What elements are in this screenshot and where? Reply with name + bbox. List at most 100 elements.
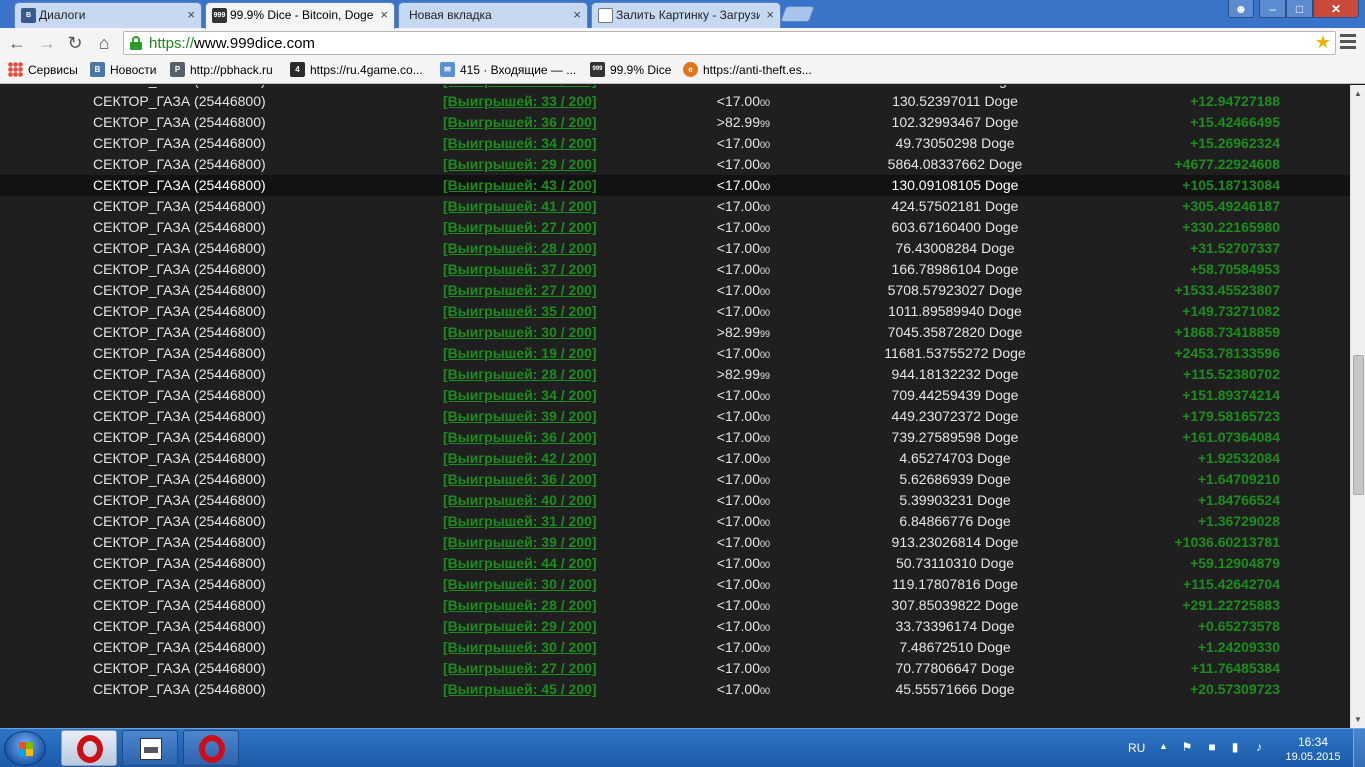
bookmark-999dice[interactable]: 999 99.9% Dice xyxy=(590,62,671,80)
bookmark-star-icon[interactable]: ★ xyxy=(1315,32,1331,53)
wins-link[interactable]: [Выигрышей: 34 / 200] xyxy=(443,387,597,403)
user-name[interactable]: СЕКТОР_ГАЗА (25446800) xyxy=(93,681,266,697)
signal-bars-icon[interactable]: ▮ xyxy=(1228,740,1242,754)
user-name[interactable]: СЕКТОР_ГАЗА (25446800) xyxy=(93,177,266,193)
action-center-flag-icon[interactable]: ⚑ xyxy=(1180,740,1194,754)
wins-link[interactable]: [Выигрышей: 29 / 200] xyxy=(443,156,597,172)
bookmark-services[interactable]: Сервисы xyxy=(8,62,78,80)
wins-link[interactable]: [Выигрышей: 39 / 200] xyxy=(443,408,597,424)
close-icon[interactable]: × xyxy=(573,7,581,22)
scroll-down-arrow-icon[interactable]: ▼ xyxy=(1354,715,1362,724)
wins-link[interactable]: [Выигрышей: 30 / 200] xyxy=(443,576,597,592)
user-name[interactable]: СЕКТОР_ГАЗА (25446800) xyxy=(93,660,266,676)
wins-link[interactable]: [Выигрышей: 36 / 200] xyxy=(443,471,597,487)
taskbar-opera-app[interactable] xyxy=(61,730,117,766)
user-name[interactable]: СЕКТОР_ГАЗА (25446800) xyxy=(93,429,266,445)
volume-icon[interactable]: ♪ xyxy=(1252,740,1266,754)
wins-link[interactable]: [Выигрышей: 43 / 200] xyxy=(443,177,597,193)
bookmark-anti-theft[interactable]: e https://anti-theft.es... xyxy=(683,62,812,80)
user-name[interactable]: СЕКТОР_ГАЗА (25446800) xyxy=(93,492,266,508)
wins-link[interactable]: [Выигрышей: 35 / 200] xyxy=(443,303,597,319)
wins-link[interactable]: [Выигрышей: 36 / 200] xyxy=(443,429,597,445)
wins-link[interactable]: [Выигрышей: 40 / 200] xyxy=(443,492,597,508)
user-name[interactable]: СЕКТОР_ГАЗА (25446800) xyxy=(93,345,266,361)
wins-link[interactable]: [Выигрышей: 39 / 200] xyxy=(443,534,597,550)
maximize-button[interactable]: □ xyxy=(1286,0,1313,18)
url-text[interactable]: https://www.999dice.com xyxy=(149,35,315,52)
tab-999dice[interactable]: 999 99.9% Dice - Bitcoin, Doge × xyxy=(205,2,395,29)
wins-link[interactable]: [Выигрышей: 31 / 200] xyxy=(443,513,597,529)
show-desktop-button[interactable] xyxy=(1353,729,1365,767)
scrollbar-thumb[interactable] xyxy=(1353,355,1364,495)
new-tab-button[interactable] xyxy=(780,6,815,22)
user-name[interactable]: СЕКТОР_ГАЗА (25446800) xyxy=(93,513,266,529)
user-name[interactable]: СЕКТОР_ГАЗА (25446800) xyxy=(93,261,266,277)
wins-link[interactable]: [Выигрышей: 44 / 200] xyxy=(443,555,597,571)
minimize-button[interactable]: – xyxy=(1259,0,1286,18)
language-indicator[interactable]: RU xyxy=(1128,741,1145,755)
home-icon[interactable]: ⌂ xyxy=(93,32,115,54)
wins-link[interactable]: [Выигрышей: 27 / 200] xyxy=(443,660,597,676)
user-name[interactable]: СЕКТОР_ГАЗА (25446800) xyxy=(93,576,266,592)
scroll-up-arrow-icon[interactable]: ▲ xyxy=(1354,89,1362,98)
tab-upload-image[interactable]: Залить Картинку - Загрузи × xyxy=(591,2,781,28)
wins-link[interactable]: [Выигрышей: 29 / 200] xyxy=(443,618,597,634)
taskbar-opera-app-2[interactable] xyxy=(183,730,239,766)
wins-link[interactable]: [Выигрышей: 45 / 200] xyxy=(443,681,597,697)
address-bar[interactable]: https://www.999dice.com ★ xyxy=(123,31,1336,55)
wins-link[interactable]: [Выигрышей: 37 / 200] xyxy=(443,261,597,277)
clock-date[interactable]: 19.05.2015 xyxy=(1280,751,1346,763)
wins-link[interactable]: [Выигрышей: 34 / 200] xyxy=(443,135,597,151)
user-name[interactable]: СЕКТОР_ГАЗА (25446800) xyxy=(93,387,266,403)
wins-link[interactable]: [Выигрышей: 28 / 200] xyxy=(443,240,597,256)
wins-link[interactable]: [Выигрышей: 30 / 200] xyxy=(443,324,597,340)
user-name[interactable]: СЕКТОР_ГАЗА (25446800) xyxy=(93,240,266,256)
user-name[interactable]: СЕКТОР_ГАЗА (25446800) xyxy=(93,597,266,613)
close-icon[interactable]: × xyxy=(766,7,774,22)
user-name[interactable]: СЕКТОР_ГАЗА (25446800) xyxy=(93,85,266,88)
start-button[interactable] xyxy=(4,731,46,766)
back-arrow-icon[interactable]: ← xyxy=(6,32,28,54)
tray-expand-icon[interactable]: ▲ xyxy=(1159,741,1168,751)
user-name[interactable]: СЕКТОР_ГАЗА (25446800) xyxy=(93,366,266,382)
wins-link[interactable]: [Выигрышей: 42 / 200] xyxy=(443,450,597,466)
user-name[interactable]: СЕКТОР_ГАЗА (25446800) xyxy=(93,198,266,214)
wins-link[interactable]: [Выигрышей: 27 / 200] xyxy=(443,219,597,235)
user-name[interactable]: СЕКТОР_ГАЗА (25446800) xyxy=(93,555,266,571)
forward-arrow-icon[interactable]: → xyxy=(36,32,58,54)
user-name[interactable]: СЕКТОР_ГАЗА (25446800) xyxy=(93,282,266,298)
user-name[interactable]: СЕКТОР_ГАЗА (25446800) xyxy=(93,303,266,319)
close-icon[interactable]: × xyxy=(187,7,195,22)
user-name[interactable]: СЕКТОР_ГАЗА (25446800) xyxy=(93,135,266,151)
user-name[interactable]: СЕКТОР_ГАЗА (25446800) xyxy=(93,450,266,466)
wins-link[interactable]: [Выигрышей: 30 / 200] xyxy=(443,639,597,655)
wins-link[interactable]: [Выигрышей: 33 / 200] xyxy=(443,93,597,109)
user-name[interactable]: СЕКТОР_ГАЗА (25446800) xyxy=(93,471,266,487)
user-name[interactable]: СЕКТОР_ГАЗА (25446800) xyxy=(93,219,266,235)
taskbar-notepad-app[interactable] xyxy=(122,730,178,766)
user-name[interactable]: СЕКТОР_ГАЗА (25446800) xyxy=(93,324,266,340)
user-name[interactable]: СЕКТОР_ГАЗА (25446800) xyxy=(93,618,266,634)
wins-link[interactable]: [Выигрышей: 28 / 200] xyxy=(443,597,597,613)
page-scrollbar[interactable]: ▲ ▼ xyxy=(1350,85,1365,728)
bookmark-pbhack[interactable]: P http://pbhack.ru xyxy=(170,62,273,80)
user-name[interactable]: СЕКТОР_ГАЗА (25446800) xyxy=(93,156,266,172)
wins-link[interactable]: [Выигрышей: 28 / 200] xyxy=(443,366,597,382)
user-name[interactable]: СЕКТОР_ГАЗА (25446800) xyxy=(93,114,266,130)
close-icon[interactable]: × xyxy=(380,7,388,22)
wins-link[interactable]: [Выигрышей: 41 / 200] xyxy=(443,198,597,214)
reload-icon[interactable]: ↻ xyxy=(64,32,86,54)
user-name[interactable]: СЕКТОР_ГАЗА (25446800) xyxy=(93,93,266,109)
bookmark-4game[interactable]: 4 https://ru.4game.co... xyxy=(290,62,423,80)
wins-link[interactable]: [Выигрышей: 27 / 200] xyxy=(443,282,597,298)
user-profile-button[interactable]: ☻ xyxy=(1228,0,1254,18)
clock-time[interactable]: 16:34 xyxy=(1280,735,1346,749)
bookmark-news[interactable]: В Новости xyxy=(90,62,156,80)
user-name[interactable]: СЕКТОР_ГАЗА (25446800) xyxy=(93,639,266,655)
wins-link[interactable]: [Выигрышей: 19 / 200] xyxy=(443,345,597,361)
bookmark-inbox[interactable]: ✉ 415 · Входящие — ... xyxy=(440,62,576,80)
wins-link[interactable]: [Выигрышей: 46 / 200] xyxy=(443,85,597,88)
network-icon[interactable]: ■ xyxy=(1205,740,1219,754)
wins-link[interactable]: [Выигрышей: 36 / 200] xyxy=(443,114,597,130)
user-name[interactable]: СЕКТОР_ГАЗА (25446800) xyxy=(93,408,266,424)
